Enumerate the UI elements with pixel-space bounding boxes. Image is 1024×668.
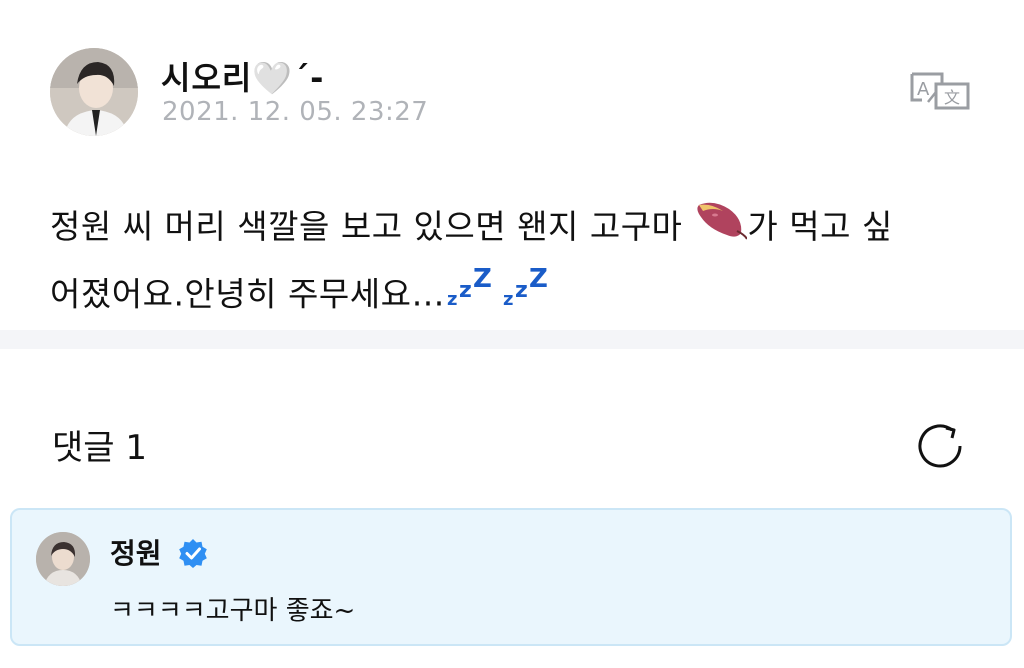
svg-text:A: A [917,79,930,100]
author-avatar[interactable] [50,48,138,136]
svg-text:Z: Z [529,264,548,294]
fan-letter-page: 시오리🤍´- 2021. 12. 05. 23:27 A 文 정원 씨 머리 색… [0,0,1024,668]
author-name[interactable]: 시오리🤍´- [161,53,324,99]
sweet-potato-emoji [693,197,749,261]
translate-button[interactable]: A 文 [908,70,974,112]
svg-text:z: z [503,289,514,310]
svg-text:z: z [515,278,528,303]
post-body-text-3: 어졌어요.안녕히 주무세요… [50,274,445,313]
post-body: 정원 씨 머리 색깔을 보고 있으면 왠지 고구마 가 먹고 싶 어졌어요.안녕… [50,196,980,331]
post-body-line-1: 정원 씨 머리 색깔을 보고 있으면 왠지 고구마 가 먹고 싶 [50,196,980,261]
comments-count-label: 댓글 1 [52,428,147,468]
refresh-button[interactable] [916,420,964,468]
svg-text:z: z [459,278,472,303]
comment-card: 정원 ㅋㅋㅋㅋ고구마 좋죠~ [10,508,1012,646]
post-body-line-2: 어졌어요.안녕히 주무세요… z z Z z z Z [50,261,980,331]
author-avatar-image [50,48,138,136]
post-timestamp: 2021. 12. 05. 23:27 [162,97,429,127]
post-body-text-1: 정원 씨 머리 색깔을 보고 있으면 왠지 고구마 [50,207,694,246]
verified-badge-icon [178,538,208,568]
post-body-text-2: 가 먹고 싶 [747,207,893,246]
post-header: 시오리🤍´- 2021. 12. 05. 23:27 A 文 [50,48,974,138]
svg-text:Z: Z [473,264,492,294]
commenter-avatar-image [36,532,90,586]
comment-text: ㅋㅋㅋㅋ고구마 좋죠~ [110,596,356,626]
zzz-emoji: z z Z z z Z [445,261,557,331]
section-divider [0,330,1024,349]
commenter-avatar[interactable] [36,532,90,586]
refresh-icon [918,424,962,468]
svg-text:z: z [447,289,458,310]
commenter-name[interactable]: 정원 [110,532,162,572]
translate-icon: A 文 [910,72,970,110]
svg-text:文: 文 [944,88,960,107]
